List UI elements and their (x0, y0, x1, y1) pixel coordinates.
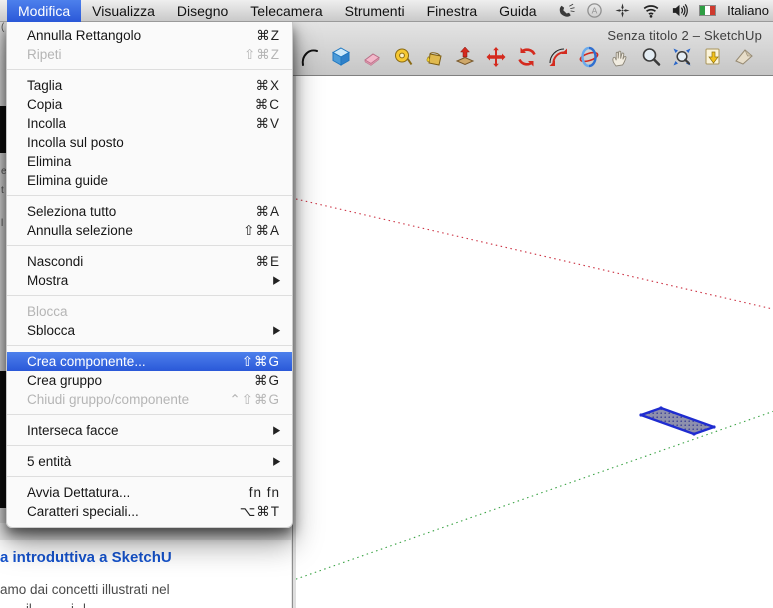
menu-separator (7, 190, 292, 202)
webpage-paragraph: amo dai concetti illustrati nel (0, 582, 291, 597)
window-title: Senza titolo 2 – SketchUp (607, 28, 762, 43)
modifica-menu: Annulla Rettangolo⌘Z Ripeti⇧⌘Z Taglia⌘X … (6, 22, 293, 528)
menu-item-avvia-dettatura[interactable]: Avvia Dettatura...fn fn (7, 483, 292, 502)
menubar-item-telecamera[interactable]: Telecamera (239, 0, 333, 22)
menu-item-crea-gruppo[interactable]: Crea gruppo⌘G (7, 371, 292, 390)
webpage-heading-link[interactable]: a introduttiva a SketchU (0, 549, 291, 566)
submenu-arrow-icon: ▶ (273, 419, 280, 442)
menu-item-annulla-rettangolo[interactable]: Annulla Rettangolo⌘Z (7, 26, 292, 45)
sketchup-toolbar (299, 46, 755, 68)
background-webpage: a introduttiva a SketchU amo dai concett… (0, 540, 291, 608)
input-star-icon[interactable] (614, 2, 631, 19)
menu-item-blocca: Blocca (7, 302, 292, 321)
menubar-item-disegno[interactable]: Disegno (166, 0, 239, 22)
menu-item-seleziona-tutto[interactable]: Seleziona tutto⌘A (7, 202, 292, 221)
menu-item-copia[interactable]: Copia⌘C (7, 95, 292, 114)
menu-separator (7, 240, 292, 252)
menu-item-taglia[interactable]: Taglia⌘X (7, 76, 292, 95)
tape-measure-icon[interactable] (392, 46, 414, 68)
menu-item-ripeti: Ripeti⇧⌘Z (7, 45, 292, 64)
make-component-icon[interactable] (330, 46, 352, 68)
previous-view-icon[interactable] (702, 46, 724, 68)
sketchup-titlebar[interactable]: Senza titolo 2 – SketchUp (293, 22, 773, 76)
zoom-icon[interactable] (640, 46, 662, 68)
handset-icon[interactable] (558, 2, 575, 19)
red-axis (296, 199, 773, 310)
menu-separator (7, 471, 292, 483)
webpage-text-fragment: il (26, 601, 32, 608)
menu-separator (7, 340, 292, 352)
orbit-icon[interactable] (578, 46, 600, 68)
webpage-text-fragment: i (71, 601, 74, 608)
menubar-item-finestra[interactable]: Finestra (416, 0, 489, 22)
svg-text:A: A (592, 6, 598, 16)
wifi-icon[interactable] (642, 2, 660, 19)
green-axis (296, 410, 773, 608)
menu-item-mostra[interactable]: Mostra▶ (7, 271, 292, 290)
menu-item-sblocca[interactable]: Sblocca▶ (7, 321, 292, 340)
menu-separator (7, 440, 292, 452)
menubar-item-modifica[interactable]: Modifica (7, 0, 81, 22)
pan-icon[interactable] (609, 46, 631, 68)
zoom-extents-icon[interactable] (671, 46, 693, 68)
move-icon[interactable] (485, 46, 507, 68)
menu-item-5-entita[interactable]: 5 entità▶ (7, 452, 292, 471)
paint-bucket-icon[interactable] (423, 46, 445, 68)
menu-item-nascondi[interactable]: Nascondi⌘E (7, 252, 292, 271)
selected-component[interactable] (639, 406, 715, 435)
menu-item-crea-componente[interactable]: Crea componente...⇧⌘G (7, 352, 292, 371)
eraser-icon[interactable] (361, 46, 383, 68)
menu-separator (7, 64, 292, 76)
menu-item-incolla-sul-posto[interactable]: Incolla sul posto (7, 133, 292, 152)
menu-item-elimina[interactable]: Elimina (7, 152, 292, 171)
menu-separator (7, 409, 292, 421)
menu-item-chiudi-gruppo-componente: Chiudi gruppo/componente⌃⇧⌘G (7, 390, 292, 409)
get-models-icon[interactable] (733, 46, 755, 68)
voice-circle-a-icon[interactable]: A (586, 2, 603, 19)
rotate-icon[interactable] (516, 46, 538, 68)
sketchup-window: Senza titolo 2 – SketchUp (292, 22, 773, 608)
menubar-item-strumenti[interactable]: Strumenti (334, 0, 416, 22)
background-text-fragment: l (1, 218, 3, 229)
push-pull-icon[interactable] (454, 46, 476, 68)
submenu-arrow-icon: ▶ (273, 450, 280, 473)
menu-item-interseca-facce[interactable]: Interseca facce▶ (7, 421, 292, 440)
offset-icon[interactable] (547, 46, 569, 68)
menubar-item-visualizza[interactable]: Visualizza (81, 0, 166, 22)
menubar-status-area: A Italiano (558, 2, 773, 19)
background-text-fragment: ( (1, 22, 4, 33)
webpage-text-fragment: l (83, 601, 86, 608)
menubar-item-guida[interactable]: Guida (488, 0, 547, 22)
submenu-arrow-icon: ▶ (273, 319, 280, 342)
arc-tool-icon[interactable] (299, 46, 321, 68)
menu-item-annulla-selezione[interactable]: Annulla selezione⇧⌘A (7, 221, 292, 240)
screen: ( e t l a introduttiva a SketchU amo dai… (0, 0, 773, 608)
drawing-canvas[interactable] (293, 76, 773, 608)
menu-item-elimina-guide[interactable]: Elimina guide (7, 171, 292, 190)
input-language-label[interactable]: Italiano (727, 3, 769, 18)
menu-item-caratteri-speciali[interactable]: Caratteri speciali...⌥⌘T (7, 502, 292, 521)
menubar: Modifica Visualizza Disegno Telecamera S… (0, 0, 773, 22)
background-text-fragment: t (1, 185, 4, 196)
menu-item-incolla[interactable]: Incolla⌘V (7, 114, 292, 133)
italian-flag-icon[interactable] (699, 5, 716, 16)
submenu-arrow-icon: ▶ (273, 269, 280, 292)
volume-icon[interactable] (671, 2, 688, 19)
menu-separator (7, 290, 292, 302)
